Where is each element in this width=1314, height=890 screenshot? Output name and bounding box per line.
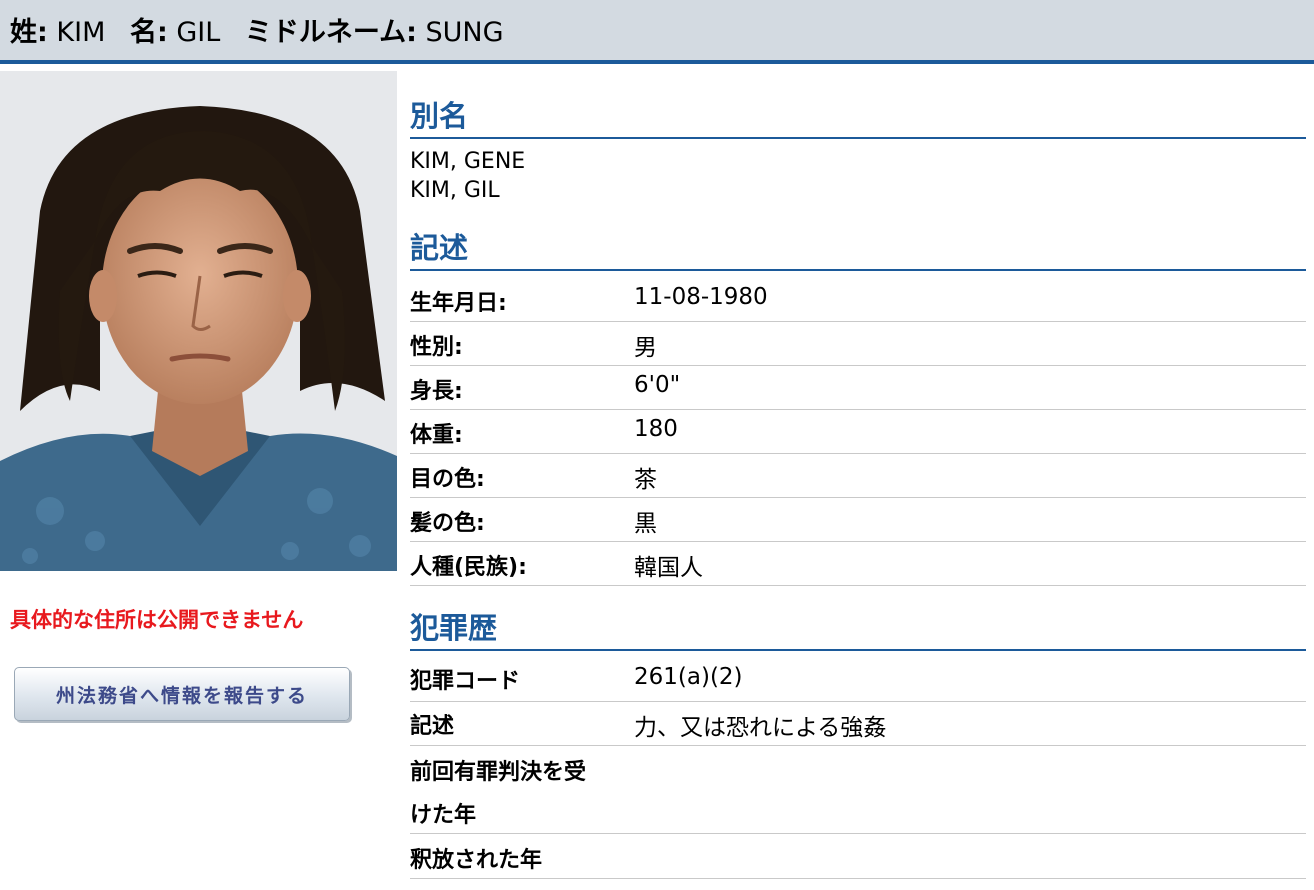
ethnicity-value: 韓国人 [634,555,703,581]
table-row: 身長: 6'0" [410,366,1306,410]
hair-color-label: 髪の色: [410,511,485,536]
table-row: 釈放された年 [410,834,1306,879]
last-name-label: 姓: [10,17,48,48]
table-row: 性別: 男 [410,322,1306,366]
offense-code-value: 261(a)(2) [634,664,743,690]
offense-code-label: 犯罪コード [410,669,521,694]
offense-description-value: 力、又は恐れによる強姦 [634,715,887,741]
conviction-year-label: 前回有罪判決を受 [410,760,587,785]
alias-list: KIM, GENE KIM, GIL [410,147,525,205]
height-label: 身長: [410,379,463,404]
first-name-value: GIL [176,17,221,48]
name-line: 姓: KIM 名: GIL ミドルネーム: SUNG [10,16,520,50]
dob-value: 11-08-1980 [634,284,768,310]
ethnicity-label: 人種(民族): [410,555,527,580]
table-row: 生年月日: 11-08-1980 [410,278,1306,322]
description-heading: 記述 [410,230,1306,271]
criminal-history-heading: 犯罪歴 [410,610,1306,651]
offense-description-label: 記述 [410,714,455,739]
criminal-history-table: 犯罪コード 261(a)(2) 記述 力、又は恐れによる強姦 前回有罪判決を受 … [410,658,1306,879]
middle-name-value: SUNG [425,17,504,48]
eye-color-value: 茶 [634,467,657,493]
sex-value: 男 [634,335,657,361]
table-row: 目の色: 茶 [410,454,1306,498]
middle-name-label: ミドルネーム: [244,17,417,48]
release-year-label: 釈放された年 [410,848,543,873]
table-row: 髪の色: 黒 [410,498,1306,542]
table-row: 人種(民族): 韓国人 [410,542,1306,586]
dob-label: 生年月日: [410,291,507,316]
hair-color-value: 黒 [634,511,657,537]
height-value: 6'0" [634,372,681,398]
first-name-label: 名: [129,17,168,48]
sex-label: 性別: [410,335,463,360]
eye-color-label: 目の色: [410,467,485,492]
alias-item: KIM, GENE [410,149,526,174]
alias-item: KIM, GIL [410,178,500,203]
description-table: 生年月日: 11-08-1980 性別: 男 身長: 6'0" 体重: 180 … [410,278,1306,586]
conviction-year-label-cont: けた年 [410,803,477,828]
aliases-heading: 別名 [410,98,1306,139]
table-row: 体重: 180 [410,410,1306,454]
weight-label: 体重: [410,423,463,448]
weight-value: 180 [634,416,678,442]
offender-photo [0,71,397,571]
last-name-value: KIM [56,17,106,48]
table-row: 前回有罪判決を受 けた年 [410,746,1306,834]
portrait-image [0,71,397,571]
table-row: 記述 力、又は恐れによる強姦 [410,702,1306,746]
name-header: 姓: KIM 名: GIL ミドルネーム: SUNG [0,0,1314,64]
table-row: 犯罪コード 261(a)(2) [410,658,1306,702]
address-unavailable-notice: 具体的な住所は公開できません [10,608,304,632]
report-to-doj-button[interactable]: 州法務省へ情報を報告する [14,667,350,721]
